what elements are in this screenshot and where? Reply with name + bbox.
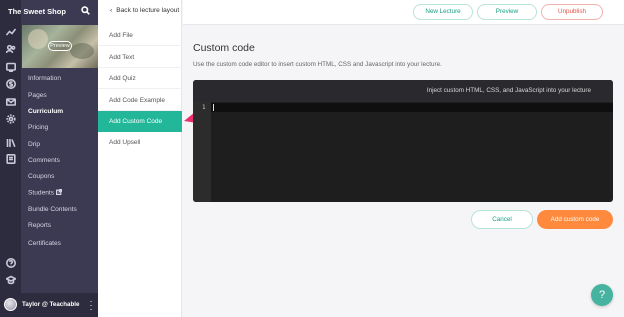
icon-rail bbox=[0, 0, 21, 317]
add-file-item[interactable]: Add File bbox=[98, 25, 182, 46]
sidebar-item-curriculum[interactable]: Curriculum bbox=[28, 108, 63, 115]
more-options-icon[interactable]: · · · bbox=[89, 297, 93, 314]
user-bar: Taylor @ Teachable · · · bbox=[0, 293, 98, 317]
back-to-lecture-layout-link[interactable]: ‹ Back to lecture layout bbox=[110, 7, 179, 14]
help-icon[interactable] bbox=[5, 257, 16, 268]
editor-gutter bbox=[193, 102, 211, 202]
avatar[interactable] bbox=[4, 298, 17, 311]
course-thumbnail: Preview bbox=[22, 25, 98, 68]
sidebar-item-bundle-contents[interactable]: Bundle Contents bbox=[28, 206, 77, 213]
library-icon[interactable] bbox=[5, 137, 16, 148]
page-description: Use the custom code editor to insert cus… bbox=[193, 61, 442, 68]
sidebar-item-pages[interactable]: Pages bbox=[28, 92, 47, 99]
settings-icon[interactable] bbox=[5, 113, 16, 124]
back-link-label: Back to lecture layout bbox=[116, 7, 180, 14]
analytics-icon[interactable] bbox=[5, 26, 16, 37]
chevron-left-icon: ‹ bbox=[110, 7, 113, 14]
sidebar-item-drip[interactable]: Drip bbox=[28, 141, 40, 148]
sidebar-item-comments[interactable]: Comments bbox=[28, 157, 60, 164]
help-chat-button[interactable]: ? bbox=[591, 284, 613, 306]
sidebar-item-pricing[interactable]: Pricing bbox=[28, 124, 48, 131]
sidebar-item-information[interactable]: Information bbox=[28, 75, 61, 82]
add-upsell-item[interactable]: Add Upsell bbox=[98, 132, 182, 153]
add-custom-code-button[interactable]: Add custom code bbox=[537, 210, 613, 229]
editor-header: Inject custom HTML, CSS, and JavaScript … bbox=[193, 80, 613, 102]
preview-button[interactable]: Preview bbox=[477, 4, 537, 20]
school-name[interactable]: The Sweet Shop bbox=[8, 7, 66, 16]
sidebar-item-coupons[interactable]: Coupons bbox=[28, 173, 54, 180]
email-icon[interactable] bbox=[5, 96, 16, 107]
add-custom-code-item[interactable]: Add Custom Code bbox=[98, 111, 182, 132]
cancel-button[interactable]: Cancel bbox=[471, 210, 533, 229]
add-code-example-item[interactable]: Add Code Example bbox=[98, 90, 182, 111]
graduation-icon[interactable] bbox=[5, 274, 16, 285]
editor-active-line bbox=[211, 103, 613, 112]
sidebar-item-reports[interactable]: Reports bbox=[28, 222, 51, 229]
external-link-icon bbox=[56, 189, 63, 195]
line-number: 1 bbox=[202, 104, 206, 111]
editor-hint: Inject custom HTML, CSS, and JavaScript … bbox=[426, 87, 591, 94]
editor-cursor bbox=[213, 104, 214, 111]
user-name[interactable]: Taylor @ Teachable bbox=[22, 301, 79, 308]
add-quiz-item[interactable]: Add Quiz bbox=[98, 68, 182, 89]
sidebar-item-students[interactable]: Students bbox=[28, 189, 63, 197]
add-text-item[interactable]: Add Text bbox=[98, 47, 182, 68]
sidebar-item-label: Students bbox=[28, 189, 55, 197]
page-title: Custom code bbox=[193, 42, 255, 54]
search-icon[interactable] bbox=[81, 6, 91, 16]
code-editor[interactable]: Inject custom HTML, CSS, and JavaScript … bbox=[193, 80, 613, 202]
preview-thumbnail-button[interactable]: Preview bbox=[48, 41, 72, 51]
users-icon[interactable] bbox=[5, 43, 16, 54]
site-icon[interactable] bbox=[5, 61, 16, 72]
sidebar-item-certificates[interactable]: Certificates bbox=[28, 240, 61, 247]
unpublish-button[interactable]: Unpublish bbox=[541, 4, 603, 20]
sales-icon[interactable] bbox=[5, 78, 16, 89]
courses-icon[interactable] bbox=[5, 153, 16, 164]
new-lecture-button[interactable]: New Lecture bbox=[413, 4, 473, 20]
